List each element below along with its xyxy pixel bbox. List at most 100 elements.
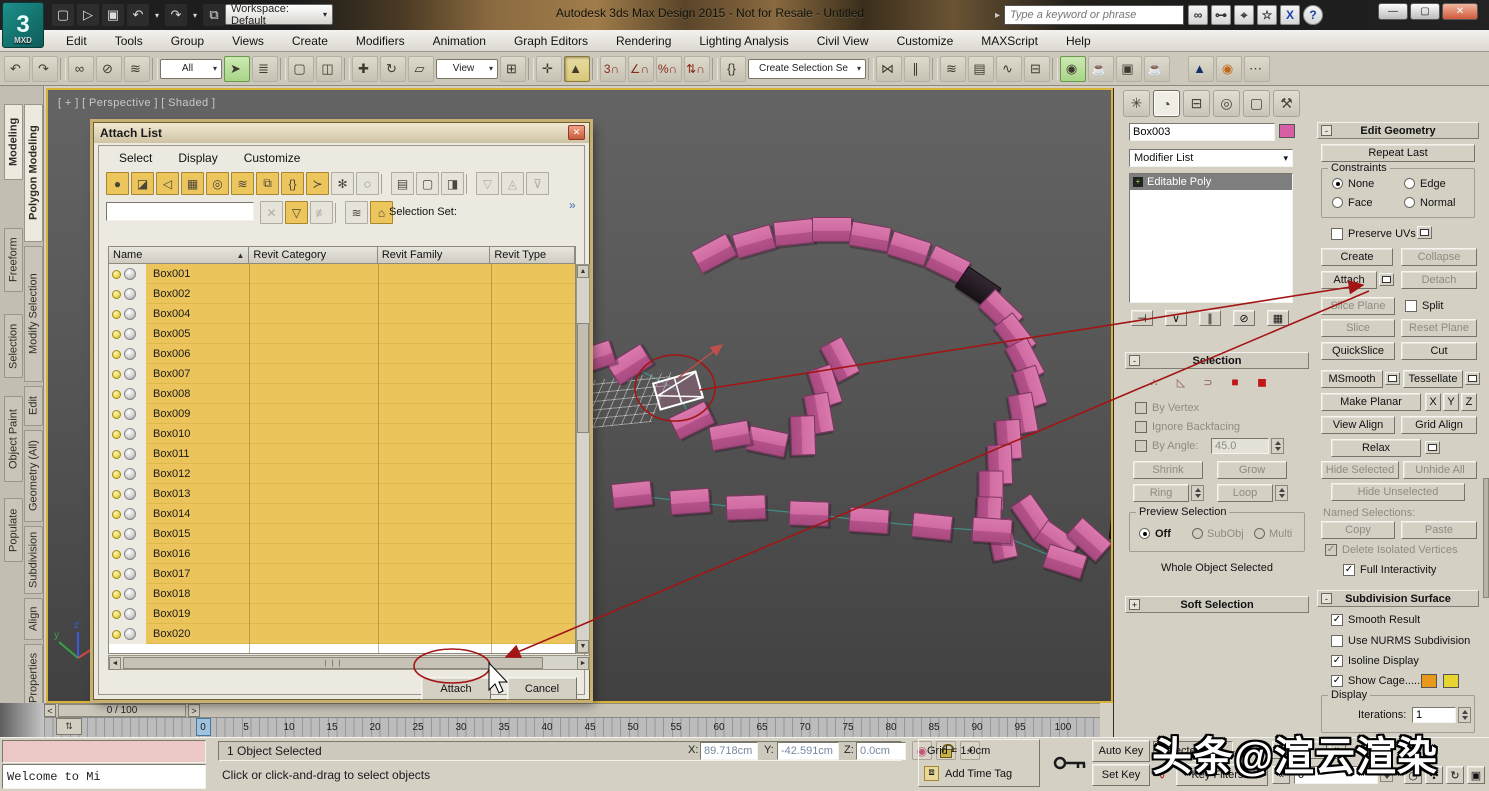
constraint-normal-radio[interactable]	[1404, 197, 1415, 208]
dialog-attach-button[interactable]: Attach	[421, 677, 491, 700]
create-tab[interactable]: ✳	[1123, 90, 1150, 117]
collapse-button[interactable]: Collapse	[1401, 248, 1477, 266]
scene-box[interactable]	[790, 415, 816, 456]
menu-item[interactable]: Tools	[101, 34, 157, 48]
prev-frame-button[interactable]: <	[44, 704, 56, 717]
planar-x-button[interactable]: X	[1425, 393, 1441, 411]
select-object-icon[interactable]: ➤	[224, 56, 250, 82]
redo-caret-icon[interactable]: ▾	[190, 4, 200, 26]
cut-button[interactable]: Cut	[1401, 342, 1477, 360]
undo-small-icon[interactable]: ↶	[127, 4, 149, 26]
menu-item[interactable]: Customize	[883, 34, 968, 48]
minimize-button[interactable]: —	[1378, 3, 1408, 20]
by-vertex-checkbox[interactable]	[1135, 402, 1147, 414]
toolbar-icon[interactable]	[932, 58, 938, 80]
maxscript-listener-field[interactable]: Welcome to Mi	[2, 764, 206, 789]
bulb-icon[interactable]	[112, 350, 121, 359]
full-interactivity-checkbox[interactable]: ✓	[1343, 564, 1355, 576]
object-list-row[interactable]: Box018	[109, 584, 575, 604]
time-slider[interactable]: 0 / 100	[58, 704, 186, 717]
show-groups-icon[interactable]: ⧉	[256, 172, 279, 195]
set-key-button[interactable]: Set Key	[1092, 764, 1150, 786]
filter-combinations-icon[interactable]: ◬	[501, 172, 524, 195]
ribbon-panel-tab[interactable]: Geometry (All)	[24, 430, 43, 522]
toggle-filter-icon[interactable]: ▽	[285, 201, 308, 224]
object-list-row[interactable]: Box005	[109, 324, 575, 344]
object-list-row[interactable]: Box001	[109, 264, 575, 284]
object-list-row[interactable]: Box015	[109, 524, 575, 544]
toolbar-icon[interactable]	[528, 58, 534, 80]
scene-box[interactable]	[848, 507, 890, 535]
ribbon-tab[interactable]: Modeling	[4, 104, 23, 180]
bulb-icon[interactable]	[112, 430, 121, 439]
select-scale-icon[interactable]: ▱	[408, 56, 434, 82]
loop-spinner[interactable]	[1275, 485, 1288, 501]
rendered-frame-icon[interactable]: ▣	[1116, 56, 1142, 82]
attach-button[interactable]: Attach	[1321, 271, 1377, 289]
bulb-icon[interactable]	[112, 410, 121, 419]
layers-icon[interactable]: ≋	[345, 201, 368, 224]
detach-button[interactable]: Detach	[1401, 271, 1477, 289]
toolbar-icon[interactable]	[1052, 58, 1058, 80]
show-hidden-icon[interactable]: ◌	[356, 172, 379, 195]
redo-icon[interactable]: ↷	[32, 56, 58, 82]
copy-button[interactable]: Copy	[1321, 521, 1395, 539]
show-shapes-icon[interactable]: ◪	[131, 172, 154, 195]
lighting-analysis-icon[interactable]: ▲	[1188, 56, 1214, 82]
show-bones-icon[interactable]: ≻	[306, 172, 329, 195]
object-list-row[interactable]: Box014	[109, 504, 575, 524]
favorites-star-icon[interactable]: ☆	[1257, 5, 1277, 25]
preview-off-radio[interactable]	[1139, 528, 1150, 539]
configure-modifier-sets-icon[interactable]: ▦	[1267, 310, 1289, 326]
ref-coord-dropdown[interactable]: View ▾	[436, 59, 498, 79]
mini-curve-editor-icon[interactable]: ⇅	[56, 718, 82, 735]
object-list-row[interactable]: Box002	[109, 284, 575, 304]
object-list-row[interactable]: Box019	[109, 604, 575, 624]
toolbar-icon[interactable]	[712, 58, 718, 80]
paste-button[interactable]: Paste	[1401, 521, 1477, 539]
close-button[interactable]: ✕	[1442, 3, 1478, 20]
show-lights-icon[interactable]: ◁	[156, 172, 179, 195]
combinations-icon[interactable]: ≢	[310, 201, 333, 224]
auto-key-button[interactable]: Auto Key	[1092, 740, 1150, 762]
exchange-apps-icon[interactable]: X	[1280, 5, 1300, 25]
column-header[interactable]: Revit Type	[490, 247, 575, 263]
ribbon-panel-tab[interactable]: Polygon Modeling	[24, 104, 43, 242]
bulb-icon[interactable]	[112, 510, 121, 519]
quickslice-button[interactable]: QuickSlice	[1321, 342, 1395, 360]
bulb-icon[interactable]	[112, 290, 121, 299]
polygon-subobject-icon[interactable]: ■	[1225, 374, 1245, 390]
display-none-icon[interactable]: ▢	[416, 172, 439, 195]
object-list-row[interactable]: Box016	[109, 544, 575, 564]
iterations-spinner[interactable]	[1458, 707, 1471, 723]
scroll-down-icon[interactable]: ▼	[577, 640, 589, 653]
planar-z-button[interactable]: Z	[1461, 393, 1477, 411]
keyboard-override-icon[interactable]: ▲	[564, 56, 590, 82]
show-xrefs-icon[interactable]: {}	[281, 172, 304, 195]
measure-tools-icon[interactable]: ⋯	[1244, 56, 1270, 82]
workspace-selector[interactable]: Workspace: Default ▾	[225, 4, 333, 25]
infocenter-search-input[interactable]	[1004, 5, 1184, 25]
preserve-uvs-settings-icon[interactable]	[1417, 226, 1432, 239]
selection-rollout-header[interactable]: -Selection	[1125, 352, 1309, 369]
grid-align-button[interactable]: Grid Align	[1401, 416, 1477, 434]
delete-isolated-checkbox[interactable]: ✓	[1325, 544, 1337, 556]
show-cage-checkbox[interactable]: ✓	[1331, 675, 1343, 687]
menu-item[interactable]: Lighting Analysis	[685, 34, 802, 48]
dialog-toolbar-icon[interactable]	[381, 174, 389, 194]
horizontal-scroll-thumb[interactable]: ❘❘❘	[123, 657, 543, 669]
bulb-icon[interactable]	[112, 610, 121, 619]
relax-button[interactable]: Relax	[1331, 439, 1421, 457]
menu-item[interactable]: Help	[1052, 34, 1105, 48]
maximize-viewport-icon[interactable]: ▣	[1467, 766, 1485, 784]
show-spacewarps-icon[interactable]: ≋	[231, 172, 254, 195]
object-list-row[interactable]: Box009	[109, 404, 575, 424]
ribbon-tab[interactable]: Object Paint	[4, 396, 23, 482]
ribbon-toggle-icon[interactable]: ▤	[968, 56, 994, 82]
slice-button[interactable]: Slice	[1321, 319, 1395, 337]
time-tag-cube-icon[interactable]: ⧈	[924, 766, 939, 781]
bulb-icon[interactable]	[112, 330, 121, 339]
select-by-name-icon[interactable]: ≣	[252, 56, 278, 82]
sign-in-key-icon[interactable]: ⊶	[1211, 5, 1231, 25]
preview-subobj-radio[interactable]	[1192, 528, 1203, 539]
